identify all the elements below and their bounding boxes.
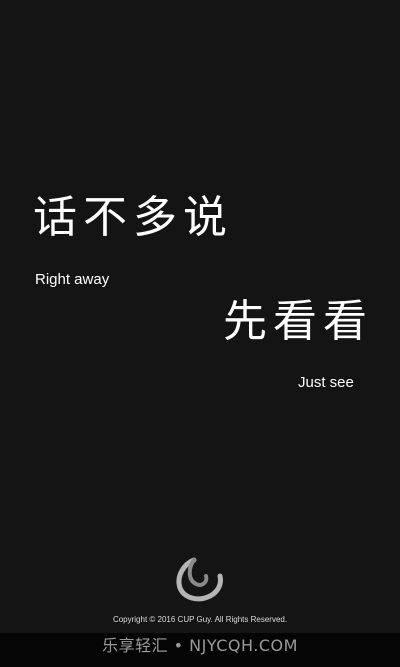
headline-secondary: 先看看 (223, 296, 373, 347)
watermark-bar: 乐享轻汇 • NJYCQH.COM (0, 633, 400, 667)
copyright-text: Copyright © 2016 CUP Guy. All Rights Res… (112, 615, 288, 624)
subline-secondary: Just see (298, 374, 354, 391)
headline-primary: 话不多说 (33, 192, 233, 243)
subline-primary: Right away (35, 271, 110, 288)
swirl-logo-icon (172, 550, 228, 606)
splash-screen: 话不多说 Right away 先看看 Just see Copyright ©… (0, 0, 400, 667)
